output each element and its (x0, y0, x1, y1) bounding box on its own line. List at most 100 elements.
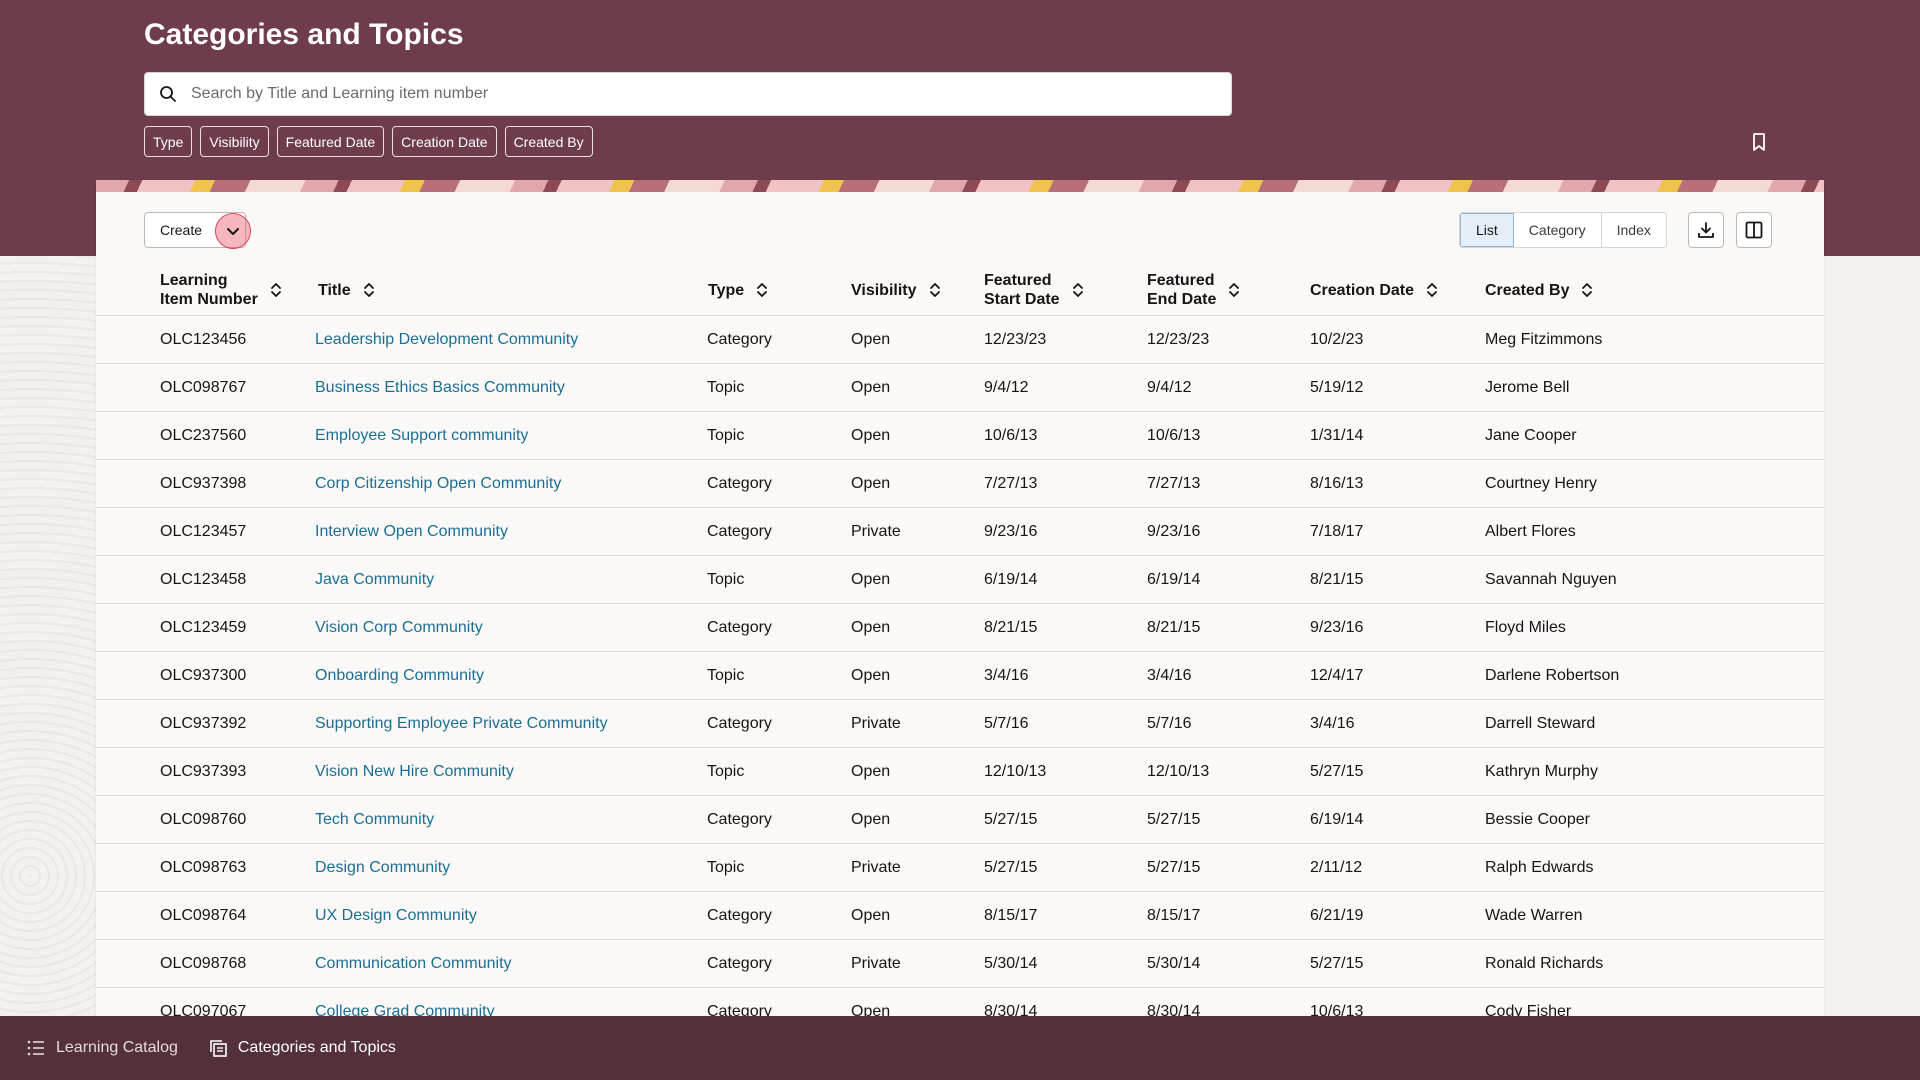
table-row[interactable]: OLC098760 Tech Community Category Open 5/27/… (96, 796, 1824, 844)
title-link[interactable]: Employee Support community (315, 412, 528, 460)
column-header-creation-date[interactable]: Creation Date (1310, 264, 1438, 316)
title-link[interactable]: Leadership Development Community (315, 316, 578, 364)
cell-item-number: OLC123458 (160, 571, 247, 588)
cell-creation-date: 6/21/19 (1310, 907, 1364, 924)
cell-featured-start-date: 10/6/13 (984, 427, 1038, 444)
column-header-type[interactable]: Type (708, 264, 768, 316)
cell-featured-start-date: 8/21/15 (984, 619, 1038, 636)
view-index-button[interactable]: Index (1601, 213, 1666, 247)
table-row[interactable]: OLC937398 Corp Citizenship Open Community… (96, 460, 1824, 508)
view-category-button[interactable]: Category (1513, 213, 1602, 247)
cell-creation-date: 8/16/13 (1310, 475, 1364, 492)
sort-icon[interactable] (1072, 281, 1084, 299)
cell-type: Topic (707, 379, 745, 396)
sort-icon[interactable] (1228, 281, 1240, 299)
title-link[interactable]: Supporting Employee Private Community (315, 700, 608, 748)
column-header-label: Featured End Date (1147, 271, 1216, 309)
title-link[interactable]: Vision New Hire Community (315, 748, 514, 796)
sort-icon[interactable] (1581, 281, 1593, 299)
column-header-line: Learning (160, 272, 228, 289)
column-header-line: Title (318, 281, 351, 299)
cell-featured-start-date: 5/30/14 (984, 955, 1038, 972)
cell-featured-start-date: 7/27/13 (984, 475, 1038, 492)
cell-item-number: OLC123459 (160, 619, 247, 636)
column-header-visibility[interactable]: Visibility (851, 264, 941, 316)
cell-creation-date: 9/23/16 (1310, 619, 1364, 636)
table-row[interactable]: OLC123458 Java Community Topic Open 6/19/14 6… (96, 556, 1824, 604)
title-link[interactable]: Tech Community (315, 796, 434, 844)
filter-created-by[interactable]: Created By (504, 126, 593, 157)
sort-icon[interactable] (929, 281, 941, 299)
table-row[interactable]: OLC123456 Leadership Development Communit… (96, 316, 1824, 364)
sort-icon[interactable] (270, 281, 282, 299)
cell-type: Category (707, 955, 772, 972)
sort-icon[interactable] (1426, 281, 1438, 299)
column-header-label: Learning Item Number (160, 271, 258, 309)
columns-button[interactable] (1736, 212, 1772, 248)
column-header-line: Item Number (160, 291, 258, 308)
table-row[interactable]: OLC097067 College Grad Community Category O… (96, 988, 1824, 1016)
bookmark-icon[interactable] (1748, 131, 1770, 153)
cell-type: Topic (707, 763, 745, 780)
column-header-featured-end-date[interactable]: Featured End Date (1147, 264, 1240, 316)
cell-visibility: Open (851, 667, 891, 684)
cell-visibility: Open (851, 571, 891, 588)
table-row[interactable]: OLC123457 Interview Open Community Categor… (96, 508, 1824, 556)
bottom-navigation: Learning Catalog Categories and Topics (0, 1016, 1920, 1080)
table-row[interactable]: OLC237560 Employee Support community Topic… (96, 412, 1824, 460)
title-link[interactable]: Design Community (315, 844, 450, 892)
cell-type: Category (707, 523, 772, 540)
title-link[interactable]: College Grad Community (315, 988, 495, 1016)
cell-featured-end-date: 12/23/23 (1147, 331, 1210, 348)
title-link[interactable]: Onboarding Community (315, 652, 484, 700)
title-link[interactable]: Communication Community (315, 940, 512, 988)
sort-icon[interactable] (756, 281, 768, 299)
cell-visibility: Open (851, 1003, 891, 1016)
cell-visibility: Private (851, 523, 901, 540)
table-row[interactable]: OLC937393 Vision New Hire Community Topic O… (96, 748, 1824, 796)
download-button[interactable] (1688, 212, 1724, 248)
title-link[interactable]: Vision Corp Community (315, 604, 483, 652)
table-header: Learning Item Number Title Type Visibility Fe… (96, 264, 1824, 316)
column-header-created-by[interactable]: Created By (1485, 264, 1593, 316)
title-link[interactable]: Corp Citizenship Open Community (315, 460, 561, 508)
table-row[interactable]: OLC098763 Design Community Topic Private 5/2… (96, 844, 1824, 892)
column-header-label: Type (708, 281, 744, 300)
filter-featured-date[interactable]: Featured Date (276, 126, 385, 157)
column-header-featured-start-date[interactable]: Featured Start Date (984, 264, 1084, 316)
title-link[interactable]: Business Ethics Basics Community (315, 364, 565, 412)
column-header-item-number[interactable]: Learning Item Number (160, 264, 282, 316)
cell-created-by: Bessie Cooper (1485, 811, 1590, 828)
cell-creation-date: 1/31/14 (1310, 427, 1364, 444)
column-header-title[interactable]: Title (318, 264, 375, 316)
create-menu-toggle[interactable] (215, 213, 251, 249)
nav-categories-and-topics[interactable]: Categories and Topics (208, 1038, 396, 1058)
table-row[interactable]: OLC123459 Vision Corp Community Category Op… (96, 604, 1824, 652)
sort-icon[interactable] (363, 281, 375, 299)
search-input[interactable] (191, 85, 1191, 103)
filter-visibility[interactable]: Visibility (200, 126, 269, 157)
cell-featured-start-date: 5/7/16 (984, 715, 1029, 732)
title-link[interactable]: Interview Open Community (315, 508, 508, 556)
table-row[interactable]: OLC098764 UX Design Community Category Open… (96, 892, 1824, 940)
table-row[interactable]: OLC098767 Business Ethics Basics Communit… (96, 364, 1824, 412)
view-toggle: List Category Index (1459, 212, 1667, 248)
table-row[interactable]: OLC937392 Supporting Employee Private Com… (96, 700, 1824, 748)
cell-type: Category (707, 619, 772, 636)
create-button[interactable]: Create (144, 212, 251, 249)
filter-type[interactable]: Type (144, 126, 193, 157)
cell-visibility: Private (851, 859, 901, 876)
table-row[interactable]: OLC098768 Communication Community Category… (96, 940, 1824, 988)
search-bar[interactable] (144, 72, 1232, 116)
cell-visibility: Open (851, 379, 891, 396)
cell-featured-start-date: 5/27/15 (984, 811, 1038, 828)
cell-created-by: Ralph Edwards (1485, 859, 1594, 876)
title-link[interactable]: UX Design Community (315, 892, 477, 940)
filter-creation-date[interactable]: Creation Date (392, 126, 497, 157)
cell-creation-date: 6/19/14 (1310, 811, 1364, 828)
title-link[interactable]: Java Community (315, 556, 434, 604)
nav-learning-catalog[interactable]: Learning Catalog (26, 1038, 178, 1058)
table-row[interactable]: OLC937300 Onboarding Community Topic Open 3/… (96, 652, 1824, 700)
view-list-button[interactable]: List (1460, 213, 1514, 247)
cell-item-number: OLC937393 (160, 763, 247, 780)
